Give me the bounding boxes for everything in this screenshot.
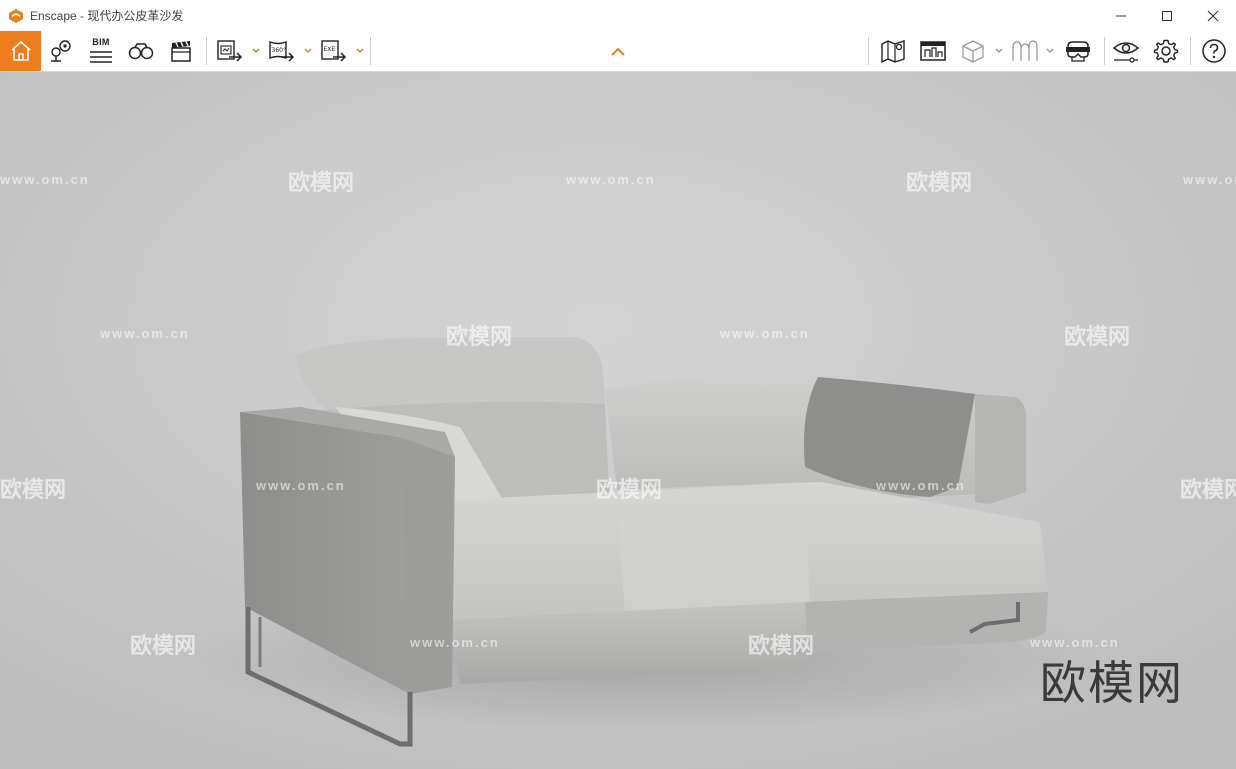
toolbar-separator xyxy=(868,37,869,65)
maximize-icon xyxy=(1162,10,1172,21)
export-image-button[interactable] xyxy=(214,31,246,71)
watermark-url: www.om.cn xyxy=(876,478,966,493)
asset-library-button[interactable] xyxy=(917,31,949,71)
minimize-icon xyxy=(1116,15,1126,16)
watermark-brand: 欧模网 xyxy=(1064,324,1131,349)
export-exe-button[interactable]: EXE xyxy=(318,31,350,71)
watermark-url: www.om.cn xyxy=(0,172,90,187)
eye-settings-icon xyxy=(1112,42,1140,63)
watermark-url: www.om.cn xyxy=(720,326,810,341)
export-image-icon xyxy=(217,40,243,62)
binoculars-icon xyxy=(128,43,154,60)
toolbar-separator xyxy=(206,37,207,65)
vr-headset-icon xyxy=(1066,41,1090,62)
window-title: Enscape - 现代办公皮革沙发 xyxy=(30,9,184,23)
main-toolbar: BIM 360° EXE xyxy=(0,31,1236,72)
binoculars-button[interactable] xyxy=(126,31,156,71)
cube-dropdown-icon[interactable] xyxy=(994,46,1004,56)
export-panorama-icon: 360° xyxy=(269,40,295,62)
export-panorama-dropdown-icon[interactable] xyxy=(303,46,313,56)
home-button[interactable] xyxy=(0,31,41,71)
export-image-dropdown-icon[interactable] xyxy=(251,46,261,56)
watermark-url: www.om.cn xyxy=(1183,172,1236,187)
badge-exe-label: EXE xyxy=(324,46,336,53)
watermark-brand: 欧模网 xyxy=(596,477,663,502)
watermark-brand: 欧模网 xyxy=(748,633,815,658)
minimize-button[interactable] xyxy=(1098,0,1144,31)
watermark-brand: 欧模网 xyxy=(1180,477,1236,502)
export-exe-dropdown-icon[interactable] xyxy=(355,46,365,56)
export-exe-icon: EXE xyxy=(321,40,347,62)
help-button[interactable] xyxy=(1198,31,1230,71)
watermark-url: www.om.cn xyxy=(410,635,500,650)
people-button[interactable] xyxy=(1008,31,1040,71)
cube-button[interactable] xyxy=(957,31,989,71)
toolbar-separator xyxy=(370,37,371,65)
watermark-brand: 欧模网 xyxy=(446,324,513,349)
watermark-brand: 欧模网 xyxy=(288,170,355,195)
gear-icon xyxy=(1153,39,1179,63)
bim-info-icon xyxy=(90,50,112,63)
toolbar-separator xyxy=(1104,37,1105,65)
bim-label: BIM xyxy=(92,36,110,47)
vr-headset-button[interactable] xyxy=(1062,31,1094,71)
maximize-button[interactable] xyxy=(1144,0,1190,31)
watermark-brand: 欧模网 xyxy=(0,477,67,502)
watermark-url: www.om.cn xyxy=(566,172,656,187)
watermark-logo-large: 欧模网 xyxy=(1040,656,1184,710)
location-pins-icon xyxy=(51,40,71,62)
watermark-url: www.om.cn xyxy=(256,478,346,493)
render-viewport[interactable]: www.om.cn www.om.cn www.om.cn www.om.cn … xyxy=(0,72,1236,769)
video-editor-button[interactable] xyxy=(166,31,196,71)
bim-button[interactable]: BIM xyxy=(86,31,116,71)
location-button[interactable] xyxy=(46,31,76,71)
clapperboard-icon xyxy=(171,41,191,62)
watermark-brand: 欧模网 xyxy=(906,170,973,195)
collapse-toolbar-button[interactable] xyxy=(606,31,630,71)
watermark-brand: 欧模网 xyxy=(130,633,197,658)
toolbar-separator xyxy=(1190,37,1191,65)
silhouettes-icon xyxy=(1012,40,1038,61)
map-button[interactable] xyxy=(877,31,909,71)
asset-library-icon xyxy=(920,41,946,61)
home-icon xyxy=(10,40,31,61)
close-icon xyxy=(1207,10,1219,21)
close-button[interactable] xyxy=(1190,0,1236,31)
export-panorama-button[interactable]: 360° xyxy=(266,31,298,71)
settings-button[interactable] xyxy=(1150,31,1182,71)
cube-icon xyxy=(962,40,984,63)
map-icon xyxy=(881,40,905,64)
visual-settings-button[interactable] xyxy=(1110,31,1142,71)
people-dropdown-icon[interactable] xyxy=(1045,46,1055,56)
title-bar: Enscape - 现代办公皮革沙发 xyxy=(0,0,1236,31)
help-icon xyxy=(1202,39,1226,63)
enscape-logo-icon xyxy=(9,8,23,23)
chevron-up-icon xyxy=(611,47,625,56)
badge-360-label: 360° xyxy=(272,47,286,54)
watermark-url: www.om.cn xyxy=(100,326,190,341)
